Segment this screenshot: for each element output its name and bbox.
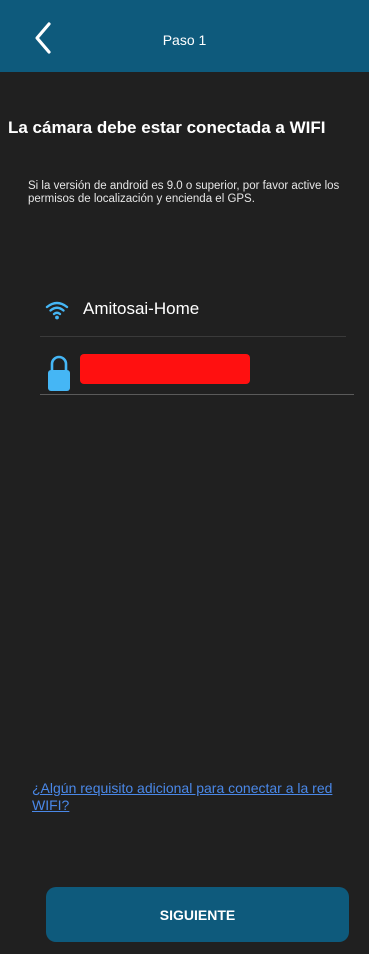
app-screen: Paso 1 La cámara debe estar conectada a …: [0, 0, 369, 954]
password-input[interactable]: [80, 350, 240, 386]
page-title: Paso 1: [162, 32, 207, 48]
next-button[interactable]: SIGUIENTE: [46, 887, 349, 942]
password-row: [40, 344, 354, 395]
wifi-network-row[interactable]: Amitosai-Home: [40, 292, 346, 337]
app-bar: Paso 1: [0, 0, 369, 72]
wifi-network-name: Amitosai-Home: [83, 299, 200, 318]
connection-heading: La cámara debe estar conectada a WIFI: [8, 118, 326, 137]
wifi-requirements-link[interactable]: ¿Algún requisito adicional para conectar…: [32, 780, 362, 814]
lock-icon: [48, 355, 70, 391]
permissions-description: Si la versión de android es 9.0 o superi…: [28, 180, 340, 205]
wifi-icon: [45, 301, 69, 320]
